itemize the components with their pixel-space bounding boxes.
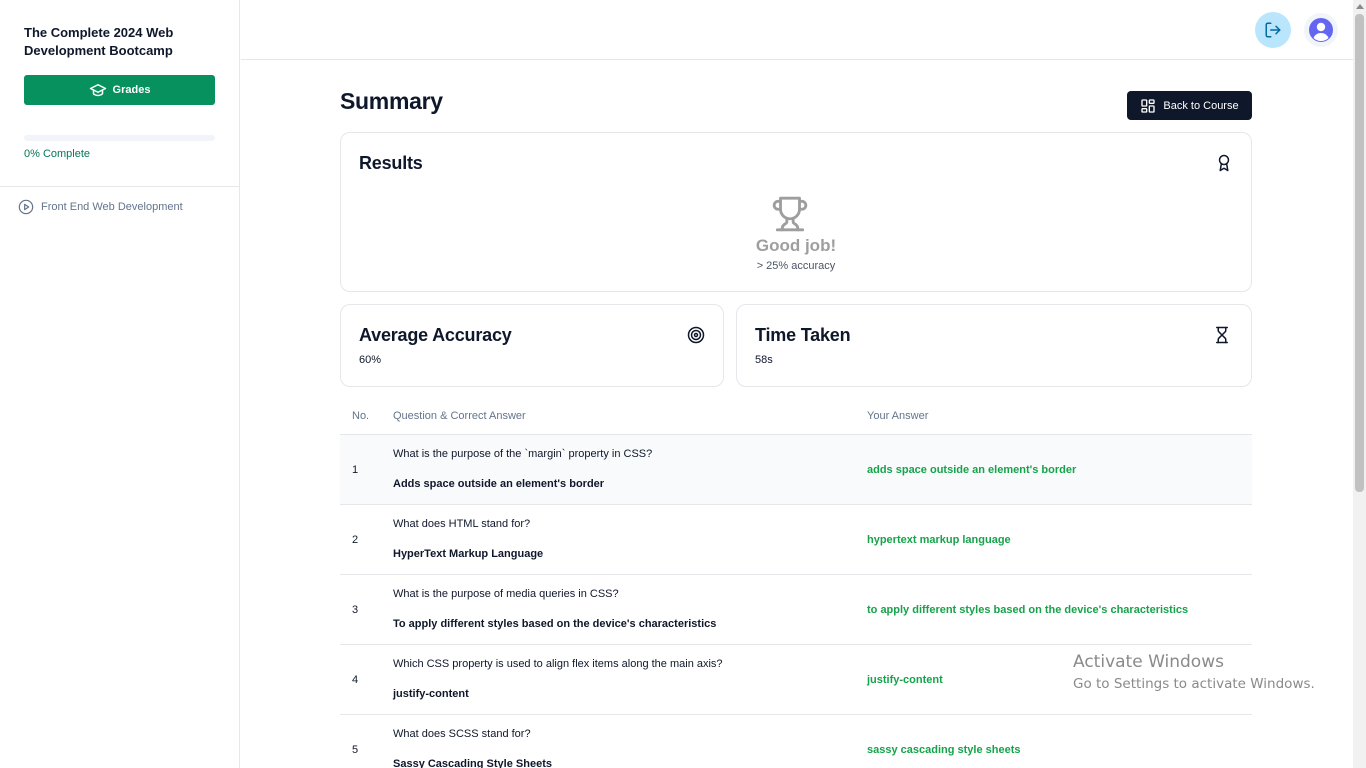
logout-icon bbox=[1265, 22, 1281, 38]
user-avatar-icon bbox=[1309, 18, 1333, 42]
scroll-up-arrow-icon[interactable] bbox=[1356, 4, 1364, 9]
row-your-answer: to apply different styles based on the d… bbox=[867, 604, 1189, 616]
table-row[interactable]: 2 What does HTML stand for? HyperText Ma… bbox=[340, 505, 1252, 575]
row-your-answer: adds space outside an element's border bbox=[867, 464, 1077, 476]
results-accuracy-note: > 25% accuracy bbox=[756, 260, 836, 272]
table-header: No. Question & Correct Answer Your Answe… bbox=[340, 400, 1252, 435]
time-taken-value: 58s bbox=[755, 354, 773, 366]
header-no: No. bbox=[352, 410, 370, 422]
chapter-label: Front End Web Development bbox=[41, 201, 183, 213]
row-question: What does HTML stand for? bbox=[393, 518, 531, 530]
header-answer: Your Answer bbox=[867, 410, 929, 422]
back-to-course-button[interactable]: Back to Course bbox=[1127, 91, 1252, 120]
graduation-cap-icon bbox=[89, 84, 106, 97]
row-correct-answer: To apply different styles based on the d… bbox=[393, 618, 717, 630]
answers-table: No. Question & Correct Answer Your Answe… bbox=[340, 400, 1252, 768]
row-number: 2 bbox=[352, 534, 359, 546]
layout-grid-icon bbox=[1141, 98, 1156, 113]
row-number: 4 bbox=[352, 674, 359, 686]
hourglass-icon bbox=[1216, 326, 1228, 344]
progress-label: 0% Complete bbox=[24, 148, 91, 160]
activate-windows-watermark: Activate Windows Go to Settings to activ… bbox=[1073, 652, 1315, 692]
sidebar-item-front-end-web-development[interactable]: Front End Web Development bbox=[18, 199, 183, 215]
row-your-answer: justify-content bbox=[867, 674, 943, 686]
time-taken-card: Time Taken 58s bbox=[736, 304, 1252, 387]
sidebar: The Complete 2024 Web Development Bootca… bbox=[0, 0, 240, 768]
results-title: Results bbox=[359, 153, 423, 173]
table-row[interactable]: 1 What is the purpose of the `margin` pr… bbox=[340, 435, 1252, 505]
results-card: Results Good job! > 25% accuracy bbox=[340, 132, 1252, 292]
row-number: 1 bbox=[352, 464, 359, 476]
progress-bar bbox=[24, 135, 215, 141]
row-question: Which CSS property is used to align flex… bbox=[393, 658, 723, 670]
page-scrollbar[interactable] bbox=[1353, 0, 1366, 768]
trophy-icon bbox=[772, 196, 808, 232]
row-number: 3 bbox=[352, 604, 359, 616]
sidebar-divider bbox=[0, 186, 240, 187]
row-question: What is the purpose of media queries in … bbox=[393, 588, 619, 600]
page-title: Summary bbox=[340, 88, 443, 114]
target-icon bbox=[687, 326, 705, 344]
row-your-answer: hypertext markup language bbox=[867, 534, 1011, 546]
top-header bbox=[241, 0, 1353, 60]
grades-label: Grades bbox=[112, 84, 151, 96]
row-correct-answer: Adds space outside an element's border bbox=[393, 478, 605, 490]
row-correct-answer: justify-content bbox=[393, 688, 469, 700]
average-accuracy-card: Average Accuracy 60% bbox=[340, 304, 724, 387]
row-your-answer: sassy cascading style sheets bbox=[867, 744, 1021, 756]
award-icon bbox=[1218, 154, 1230, 172]
watermark-subtitle: Go to Settings to activate Windows. bbox=[1073, 676, 1315, 692]
average-accuracy-value: 60% bbox=[359, 354, 382, 366]
average-accuracy-title: Average Accuracy bbox=[359, 325, 512, 345]
watermark-title: Activate Windows bbox=[1073, 652, 1224, 672]
results-headline: Good job! bbox=[755, 236, 837, 255]
row-number: 5 bbox=[352, 744, 359, 756]
logout-button[interactable] bbox=[1255, 12, 1291, 48]
scroll-thumb[interactable] bbox=[1355, 14, 1364, 492]
table-row[interactable]: 5 What does SCSS stand for? Sassy Cascad… bbox=[340, 715, 1252, 768]
grades-button[interactable]: Grades bbox=[24, 75, 215, 105]
play-circle-icon bbox=[18, 199, 34, 215]
back-to-course-label: Back to Course bbox=[1163, 99, 1239, 112]
table-row[interactable]: 3 What is the purpose of media queries i… bbox=[340, 575, 1252, 645]
header-question: Question & Correct Answer bbox=[393, 410, 526, 422]
course-title: The Complete 2024 Web Development Bootca… bbox=[24, 25, 174, 58]
time-taken-title: Time Taken bbox=[755, 325, 851, 345]
row-question: What does SCSS stand for? bbox=[393, 728, 531, 740]
row-correct-answer: Sassy Cascading Style Sheets bbox=[393, 758, 552, 768]
user-avatar[interactable] bbox=[1304, 13, 1338, 47]
row-question: What is the purpose of the `margin` prop… bbox=[393, 448, 653, 460]
row-correct-answer: HyperText Markup Language bbox=[393, 548, 544, 560]
